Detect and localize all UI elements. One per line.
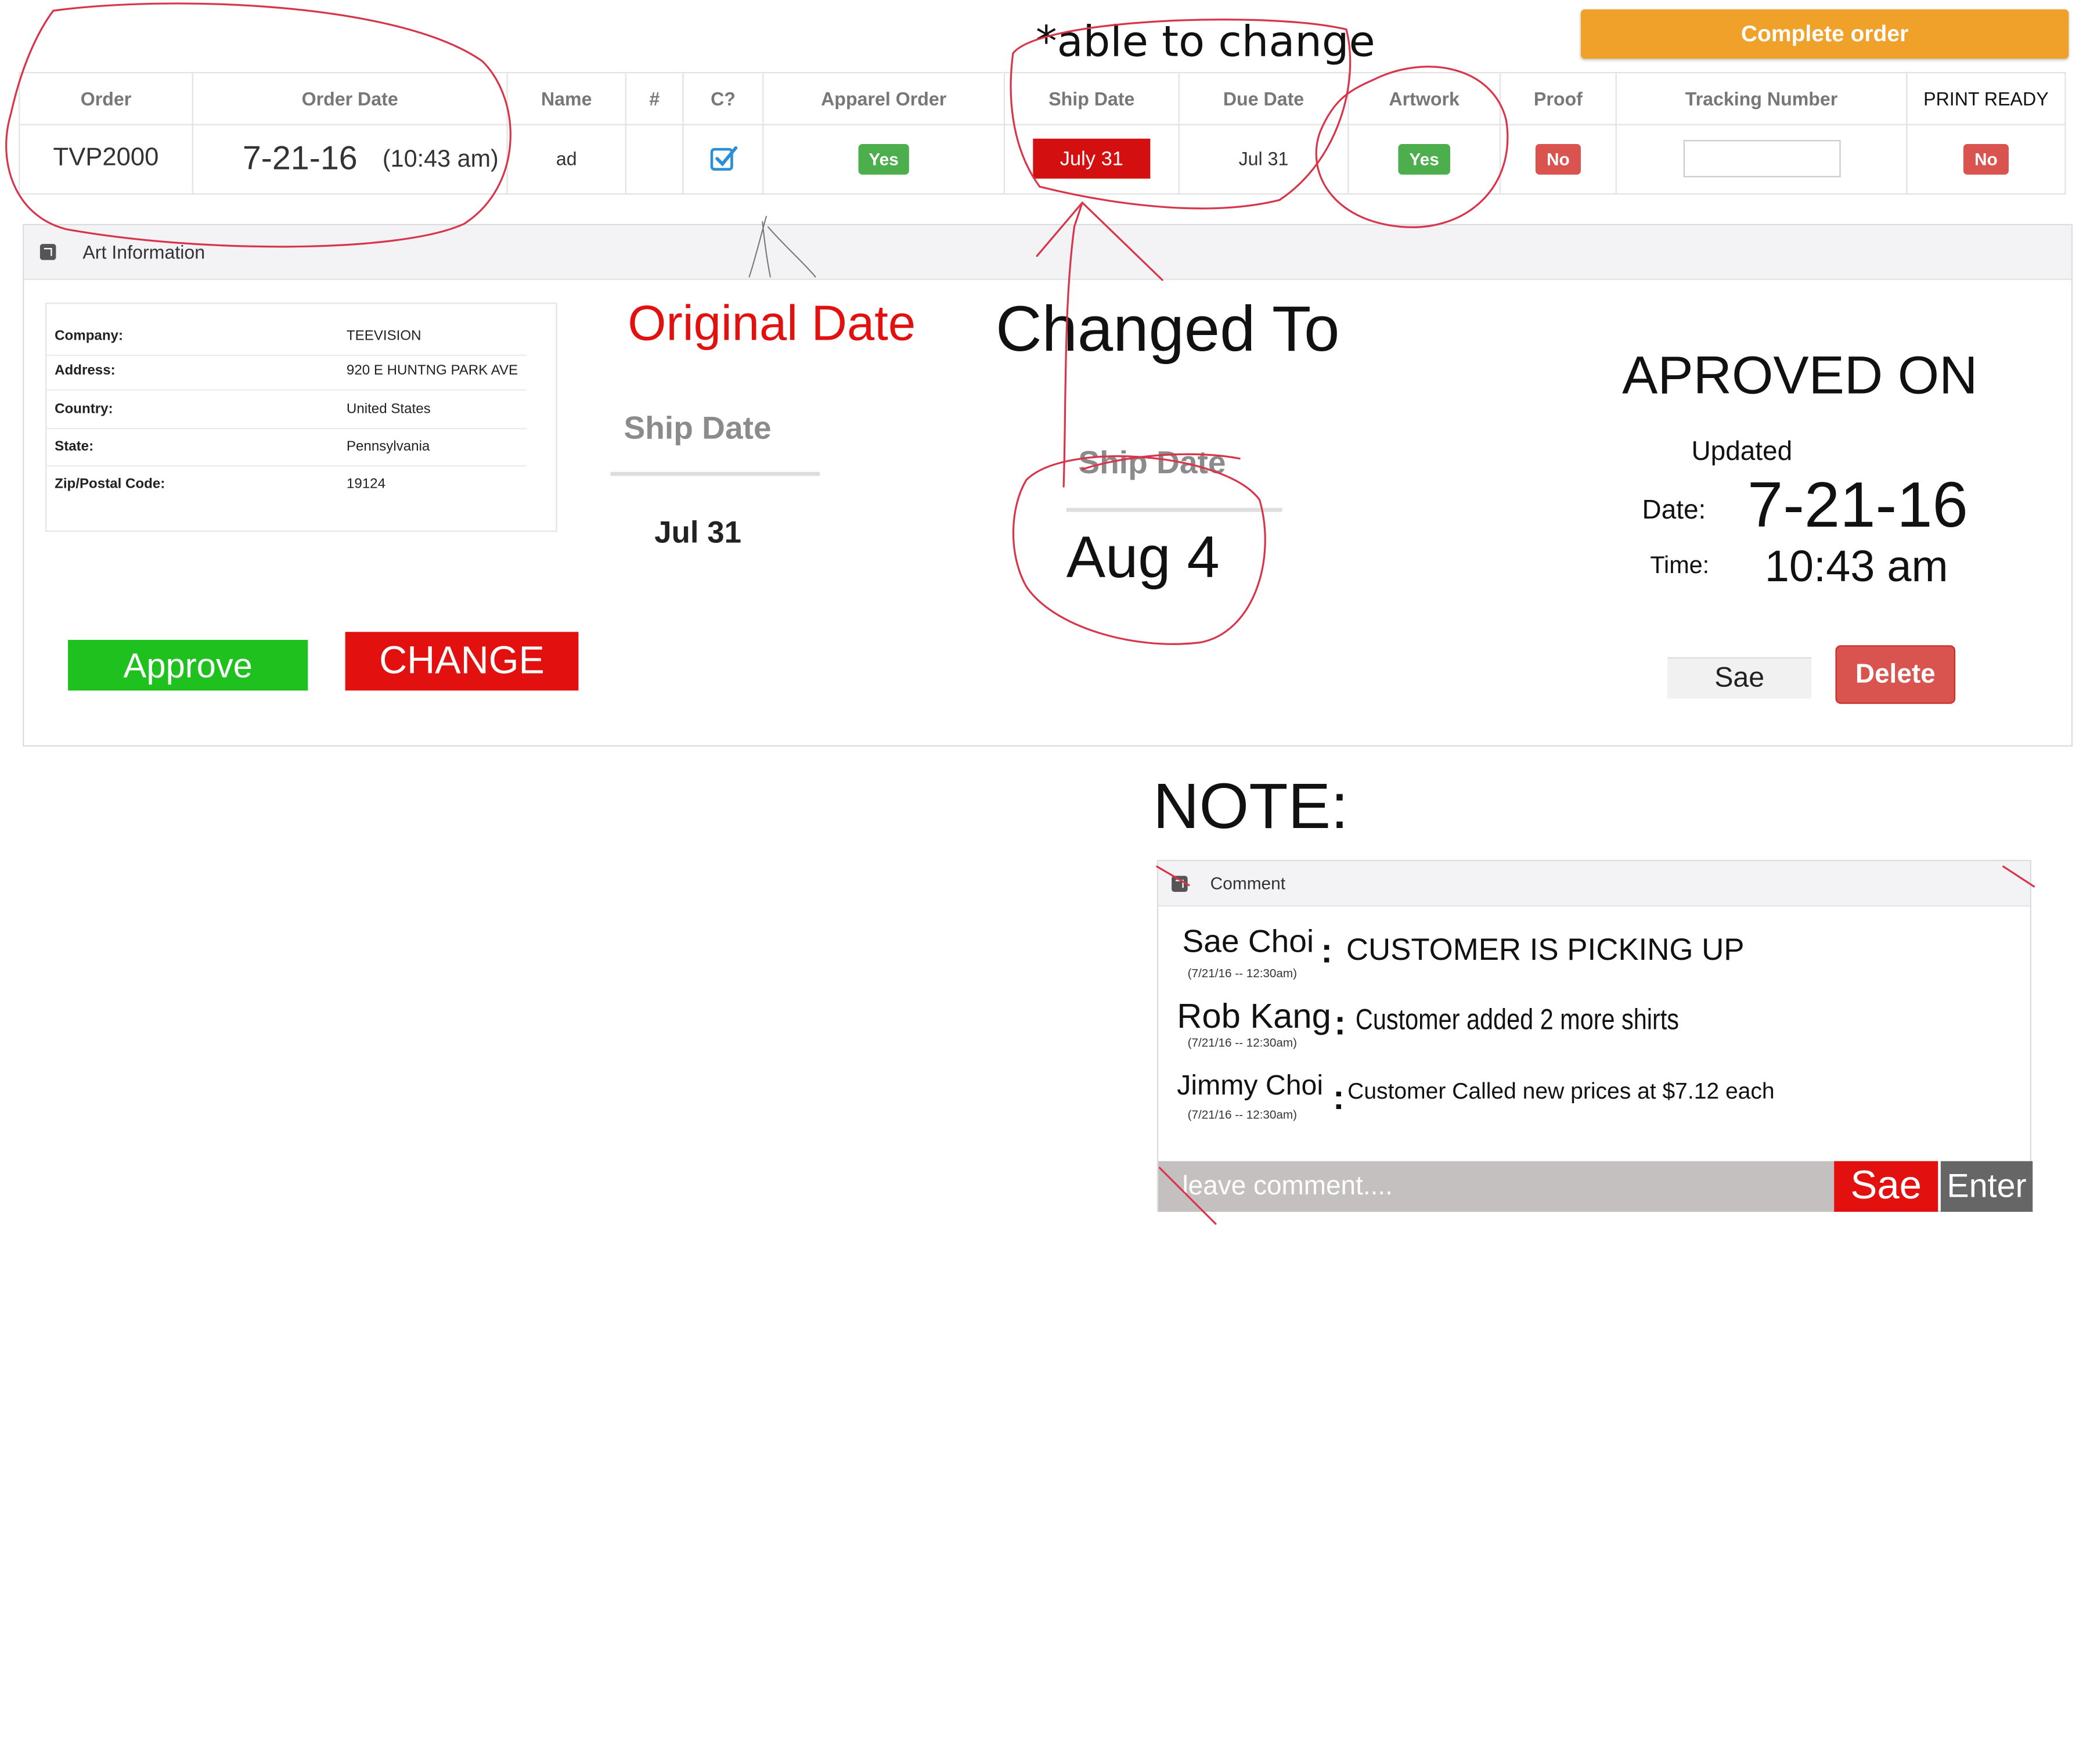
checkbox-checked-icon[interactable] <box>708 144 738 174</box>
table-row[interactable]: TVP2000 7-21-16 (10:43 am) ad Yes July 3… <box>20 124 2064 193</box>
comment-author: Jimmy Choi <box>1177 1070 1324 1101</box>
date-value: 7-21-16 <box>1747 470 1968 542</box>
expand-icon[interactable] <box>1172 876 1188 892</box>
tracking-cell <box>1617 124 1908 193</box>
order-date: 7-21-16 <box>242 139 358 177</box>
art-panel-header: Art Information <box>24 225 2071 280</box>
info-row-company: Company: TEEVISION <box>46 317 527 357</box>
comment-colon: : <box>1321 930 1333 971</box>
comment-panel-header: Comment <box>1158 861 2030 907</box>
able-to-change-note: *able to change <box>1035 16 1375 67</box>
order-table: Order Order Date Name # C? Apparel Order… <box>19 71 2066 195</box>
comment-sae-button[interactable]: Sae <box>1834 1161 1938 1212</box>
info-row-zip: Zip/Postal Code: 19124 <box>46 465 527 502</box>
country-value: United States <box>346 401 431 417</box>
approved-on-title: APROVED ON <box>1622 346 1978 405</box>
col-c[interactable]: C? <box>684 73 764 124</box>
page: *able to change Complete order Order Ord… <box>0 0 2090 1762</box>
zip-label: Zip/Postal Code: <box>55 476 165 492</box>
comment-enter-button[interactable]: Enter <box>1940 1161 2033 1212</box>
address-label: Address: <box>55 362 116 379</box>
col-ship-date[interactable]: Ship Date <box>1005 73 1180 124</box>
delete-button[interactable]: Delete <box>1835 645 1956 704</box>
tracking-number-input[interactable] <box>1682 140 1840 178</box>
comment-panel: Comment Sae Choi (7/21/16 -- 12:30am) : … <box>1156 859 2033 1212</box>
art-panel-title: Art Information <box>82 241 206 263</box>
col-order[interactable]: Order <box>20 73 193 124</box>
info-row-state: State: Pennsylvania <box>46 428 527 467</box>
note-title: NOTE: <box>1152 772 1349 843</box>
comment-text: Customer added 2 more shirts <box>1355 1002 1680 1036</box>
changed-to-title: Changed To <box>996 294 1340 366</box>
comment-author: Sae Choi <box>1182 924 1314 960</box>
address-value: 920 E HUNTNG PARK AVE <box>346 362 518 379</box>
time-value: 10:43 am <box>1764 541 1948 591</box>
comment-input[interactable] <box>1158 1161 1835 1212</box>
col-proof[interactable]: Proof <box>1501 73 1617 124</box>
proof-badge[interactable]: No <box>1536 143 1581 174</box>
comment-time: (7/21/16 -- 12:30am) <box>1187 1035 1298 1049</box>
country-label: Country: <box>55 401 113 417</box>
info-row-country: Country: United States <box>46 391 527 430</box>
number-cell <box>626 124 684 193</box>
comment-input-bar <box>1158 1161 1835 1212</box>
c-cell <box>684 124 764 193</box>
state-value: Pennsylvania <box>346 438 430 455</box>
ship-date-value[interactable]: July 31 <box>1033 138 1151 179</box>
info-row-address: Address: 920 E HUNTNG PARK AVE <box>46 352 527 391</box>
proof-cell: No <box>1501 124 1617 193</box>
col-print-ready[interactable]: PRINT READY <box>1907 73 2064 124</box>
company-value: TEEVISION <box>346 327 421 344</box>
comment-author: Rob Kang <box>1177 996 1331 1036</box>
updated-label: Updated <box>1691 437 1793 467</box>
col-apparel-order[interactable]: Apparel Order <box>764 73 1006 124</box>
sae-button[interactable]: Sae <box>1667 657 1812 699</box>
zip-value: 19124 <box>346 476 385 492</box>
company-info: Company: TEEVISION Address: 920 E HUNTNG… <box>45 303 557 532</box>
changed-ship-date-header: Ship Date <box>1078 445 1226 481</box>
order-date-cell: 7-21-16 (10:43 am) <box>193 124 508 193</box>
order-time: (10:43 am) <box>382 145 499 172</box>
time-label: Time: <box>1650 552 1710 579</box>
comment-text: Customer Called new prices at $7.12 each <box>1347 1078 1775 1104</box>
apparel-order-cell: Yes <box>764 124 1006 193</box>
due-date-cell: Jul 31 <box>1180 124 1349 193</box>
comment-text: CUSTOMER IS PICKING UP <box>1346 931 1745 967</box>
comment-time: (7/21/16 -- 12:30am) <box>1187 1107 1298 1121</box>
changed-ship-date-value[interactable]: Aug 4 <box>1066 525 1220 592</box>
original-date-title: Original Date <box>628 296 916 351</box>
date-label: Date: <box>1642 496 1706 525</box>
col-tracking-number[interactable]: Tracking Number <box>1617 73 1908 124</box>
comment-panel-title: Comment <box>1210 873 1286 894</box>
comment-time: (7/21/16 -- 12:30am) <box>1187 966 1298 980</box>
comment-colon: : <box>1332 1077 1345 1117</box>
col-name[interactable]: Name <box>508 73 627 124</box>
artwork-cell: Yes <box>1349 124 1501 193</box>
col-number[interactable]: # <box>626 73 684 124</box>
apparel-order-badge[interactable]: Yes <box>858 143 910 174</box>
name-cell: ad <box>508 124 627 193</box>
company-label: Company: <box>55 327 124 344</box>
complete-order-button[interactable]: Complete order <box>1580 9 2069 59</box>
col-due-date[interactable]: Due Date <box>1180 73 1349 124</box>
order-id[interactable]: TVP2000 <box>20 124 193 193</box>
comment-colon: : <box>1334 1002 1346 1043</box>
divider <box>1066 507 1282 512</box>
print-ready-badge[interactable]: No <box>1963 143 2009 174</box>
expand-icon[interactable] <box>39 244 56 260</box>
col-artwork[interactable]: Artwork <box>1349 73 1501 124</box>
table-header: Order Order Date Name # C? Apparel Order… <box>20 73 2065 125</box>
approve-button[interactable]: Approve <box>68 640 308 691</box>
state-label: State: <box>55 438 94 455</box>
print-ready-cell: No <box>1907 124 2064 193</box>
original-ship-date-value: Jul 31 <box>654 514 742 549</box>
divider <box>610 471 820 476</box>
original-ship-date-header: Ship Date <box>624 411 772 447</box>
ship-date-cell: July 31 <box>1005 124 1180 193</box>
change-button[interactable]: CHANGE <box>345 632 579 691</box>
col-order-date[interactable]: Order Date <box>193 73 508 124</box>
artwork-badge[interactable]: Yes <box>1399 143 1450 174</box>
